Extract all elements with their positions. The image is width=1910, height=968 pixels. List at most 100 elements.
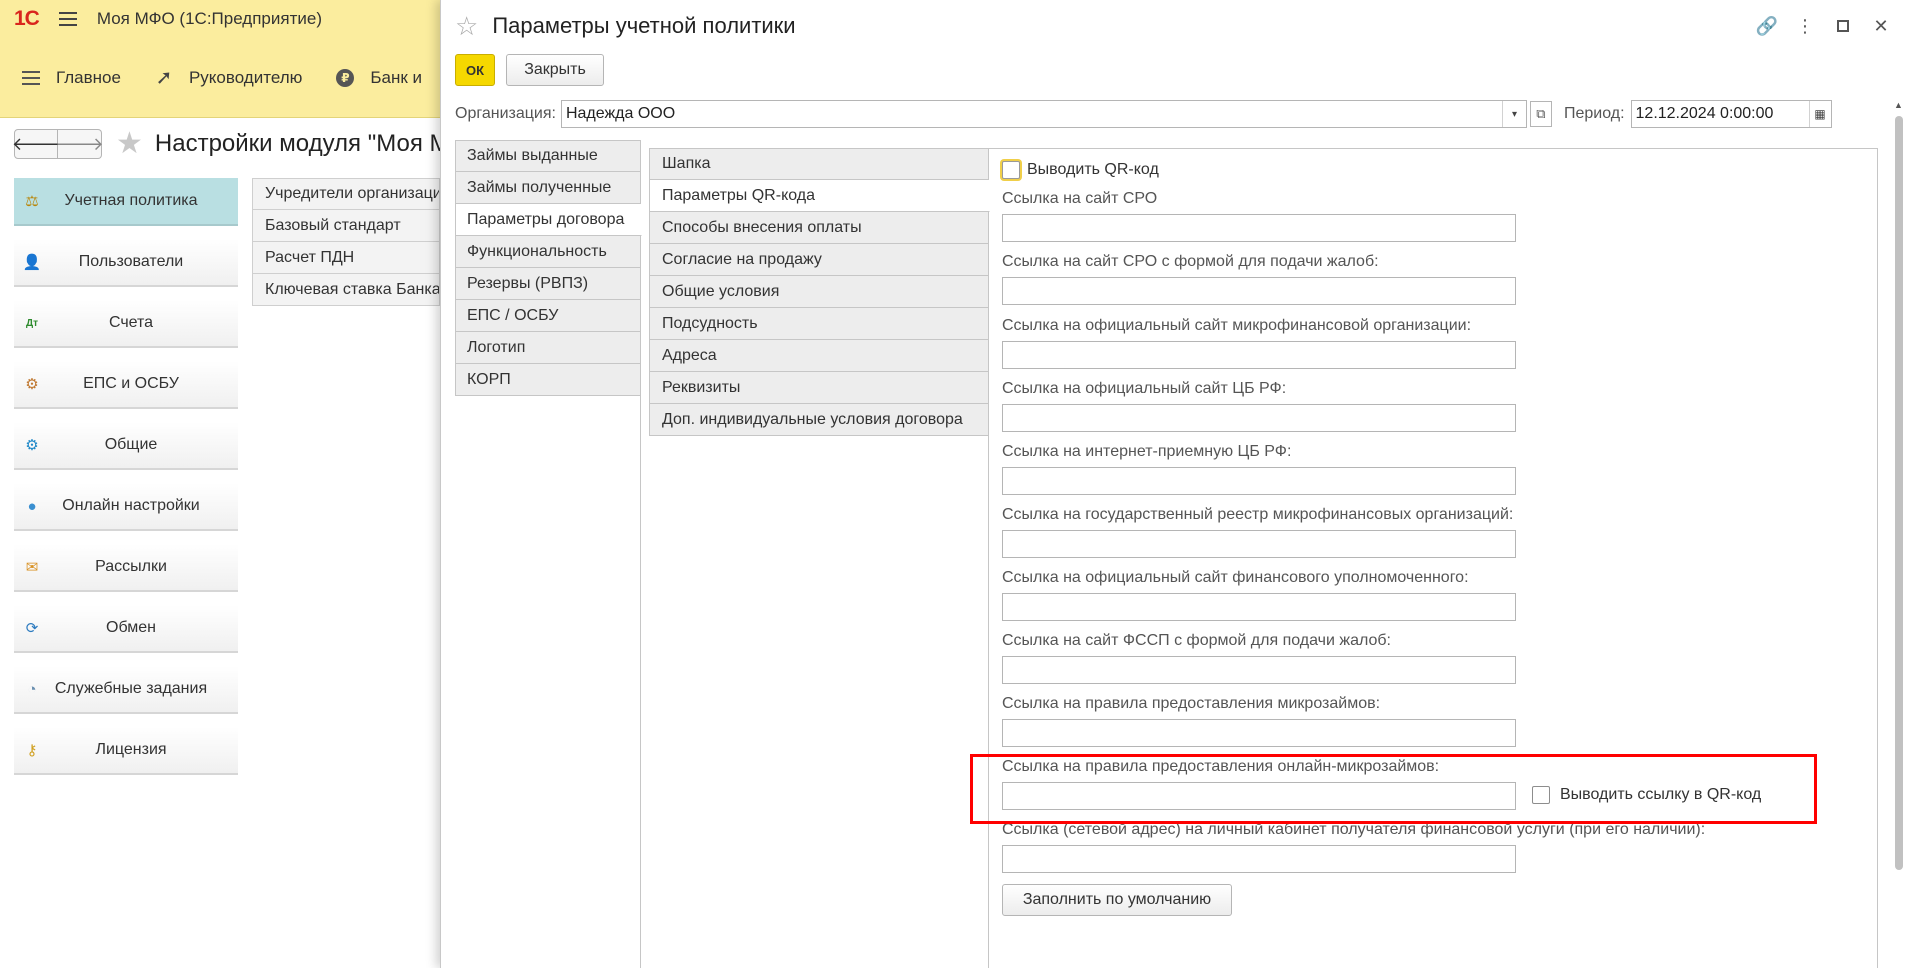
tab-logo[interactable]: Логотип (455, 332, 641, 364)
nav-item-eps-osbu[interactable]: ⚙ ЕПС и ОСБУ (14, 361, 238, 409)
user-icon: 👤 (22, 254, 42, 271)
tab-qr-params[interactable]: Параметры QR-кода (649, 180, 990, 212)
sro-complaint-input[interactable] (1002, 277, 1516, 305)
1c-logo[interactable]: 1С (14, 7, 40, 31)
cb-site-input[interactable] (1002, 404, 1516, 432)
inner-tab-list: Шапка Параметры QR-кода Способы внесения… (649, 148, 990, 436)
arrow-right-icon: 🡒 (55, 133, 104, 154)
favorite-star-icon[interactable]: ★ (116, 129, 143, 159)
nav-item-label: Обмен (106, 619, 156, 636)
field-label: Ссылка на сайт ФССП с формой для подачи … (1002, 632, 1391, 649)
tab-jurisdiction[interactable]: Подсудность (649, 308, 989, 340)
tab-functionality[interactable]: Функциональность (455, 236, 641, 268)
tab-korp[interactable]: КОРП (455, 364, 641, 396)
close-icon[interactable]: ✕ (1862, 12, 1900, 40)
chevron-down-icon[interactable]: ▾ (1501, 101, 1526, 127)
show-qr-checkbox[interactable] (1002, 161, 1020, 179)
tab-contract-params[interactable]: Параметры договора (455, 204, 642, 236)
nav-item-users[interactable]: 👤 Пользователи (14, 239, 238, 287)
tab-payment-methods[interactable]: Способы внесения оплаты (649, 212, 989, 244)
forward-button[interactable]: 🡒 (55, 129, 104, 159)
scrollbar[interactable]: ▲ (1892, 100, 1906, 968)
favorite-star-icon[interactable]: ☆ (455, 13, 478, 39)
sro-site-input[interactable] (1002, 214, 1516, 242)
window-controls: 🔗 ⋮ ✕ (1748, 12, 1900, 40)
more-icon[interactable]: ⋮ (1786, 12, 1824, 40)
field-label: Ссылка на официальный сайт финансового у… (1002, 569, 1469, 586)
list-item[interactable]: Учредители организаци (252, 178, 440, 210)
tab-requisites[interactable]: Реквизиты (649, 372, 989, 404)
tab-addresses[interactable]: Адреса (649, 340, 989, 372)
tab-sale-consent[interactable]: Согласие на продажу (649, 244, 989, 276)
ok-button[interactable]: ОК (455, 54, 495, 86)
mfo-site-input[interactable] (1002, 341, 1516, 369)
period-label: Период: (1563, 105, 1625, 122)
calendar-icon[interactable]: ▦ (1808, 101, 1831, 127)
list-item[interactable]: Ключевая ставка Банка (252, 274, 440, 306)
list-item[interactable]: Расчет ПДН (252, 242, 440, 274)
close-button[interactable]: Закрыть (506, 54, 604, 86)
maximize-icon (1837, 20, 1849, 32)
nav-item-online-settings[interactable]: ● Онлайн настройки (14, 483, 238, 531)
open-icon[interactable]: ⧉ (1529, 101, 1552, 127)
nav-item-label: Рассылки (95, 558, 167, 575)
section-label: Банк и (370, 67, 423, 87)
scroll-thumb[interactable] (1895, 116, 1903, 870)
personal-account-input[interactable] (1002, 845, 1516, 873)
tab-header[interactable]: Шапка (649, 148, 989, 180)
maximize-button[interactable] (1824, 12, 1862, 40)
list-item[interactable]: Базовый стандарт (252, 210, 440, 242)
signpost-icon: ⚙ (25, 376, 39, 393)
nav-item-accounting-policy[interactable]: ⚖ Учетная политика (14, 178, 238, 226)
ombudsman-site-input[interactable] (1002, 593, 1516, 621)
background-settings-list: Учредители организаци Базовый стандарт Р… (252, 178, 440, 306)
tab-loans-received[interactable]: Займы полученные (455, 172, 641, 204)
tab-eps-osbu[interactable]: ЕПС / ОСБУ (455, 300, 641, 332)
nav-item-label: Учетная политика (64, 192, 198, 209)
fill-default-button[interactable]: Заполнить по умолчанию (1002, 884, 1232, 916)
organization-value: Надежда ООО (565, 105, 676, 122)
tab-general-terms[interactable]: Общие условия (649, 276, 989, 308)
envelope-icon: ✉ (25, 559, 39, 576)
main-menu-icon[interactable] (58, 12, 77, 26)
clock-icon: ◔ (27, 680, 37, 698)
page-title: Настройки модуля "Моя М (154, 130, 450, 157)
field-label: Ссылка на официальный сайт микрофинансов… (1002, 317, 1472, 334)
nav-item-accounts[interactable]: Дт Счета (14, 300, 238, 348)
field-label: Ссылка на интернет-приемную ЦБ РФ: (1002, 443, 1292, 460)
mfo-registry-input[interactable] (1002, 530, 1516, 558)
organization-field[interactable]: Надежда ООО ▾ (560, 100, 1527, 128)
nav-item-license[interactable]: ⚷ Лицензия (14, 727, 238, 775)
show-link-in-qr-checkbox[interactable] (1532, 786, 1550, 804)
section-bank[interactable]: ₽ Банк и (334, 67, 422, 89)
period-field[interactable]: 12.12.2024 0:00:00 ▦ (1630, 100, 1832, 128)
app-titlebar: 1С Моя МФО (1С:Предприятие) (0, 0, 440, 38)
field-label: Ссылка на правила предоставления онлайн-… (1002, 758, 1440, 775)
dialog-title: Параметры учетной политики (492, 13, 796, 38)
show-qr-label: Выводить QR-код (1027, 161, 1159, 178)
nav-item-mailings[interactable]: ✉ Рассылки (14, 544, 238, 592)
nav-item-general[interactable]: ⚙ Общие (14, 422, 238, 470)
link-icon[interactable]: 🔗 (1748, 12, 1786, 40)
show-link-in-qr-row: Выводить ссылку в QR-код (1532, 786, 1761, 804)
sections-panel: Главное ➚ Руководителю ₽ Банк и (0, 38, 440, 118)
tab-extra-conditions[interactable]: Доп. индивидуальные условия договора (649, 404, 989, 436)
field-label: Ссылка на сайт СРО (1002, 190, 1158, 207)
scroll-up-icon[interactable]: ▲ (1894, 100, 1903, 110)
section-main[interactable]: Главное (20, 67, 121, 89)
nav-item-service-tasks[interactable]: ◔ Служебные задания (14, 666, 238, 714)
dialog-toolbar: ОК Закрыть (455, 54, 604, 86)
cb-reception-input[interactable] (1002, 467, 1516, 495)
fssp-complaint-input[interactable] (1002, 656, 1516, 684)
show-qr-row: Выводить QR-код (1002, 158, 1159, 182)
online-microloan-rules-input[interactable] (1002, 782, 1516, 810)
back-button[interactable]: 🡐 (11, 129, 61, 159)
period-value: 12.12.2024 0:00:00 (1635, 105, 1774, 122)
tab-loans-issued[interactable]: Займы выданные (455, 140, 641, 172)
ruble-coin-icon: ₽ (334, 67, 356, 89)
arrow-left-icon: 🡐 (11, 133, 61, 154)
nav-item-exchange[interactable]: ⟳ Обмен (14, 605, 238, 653)
tab-reserves[interactable]: Резервы (РВПЗ) (455, 268, 641, 300)
microloan-rules-input[interactable] (1002, 719, 1516, 747)
section-manager[interactable]: ➚ Руководителю (153, 67, 303, 89)
